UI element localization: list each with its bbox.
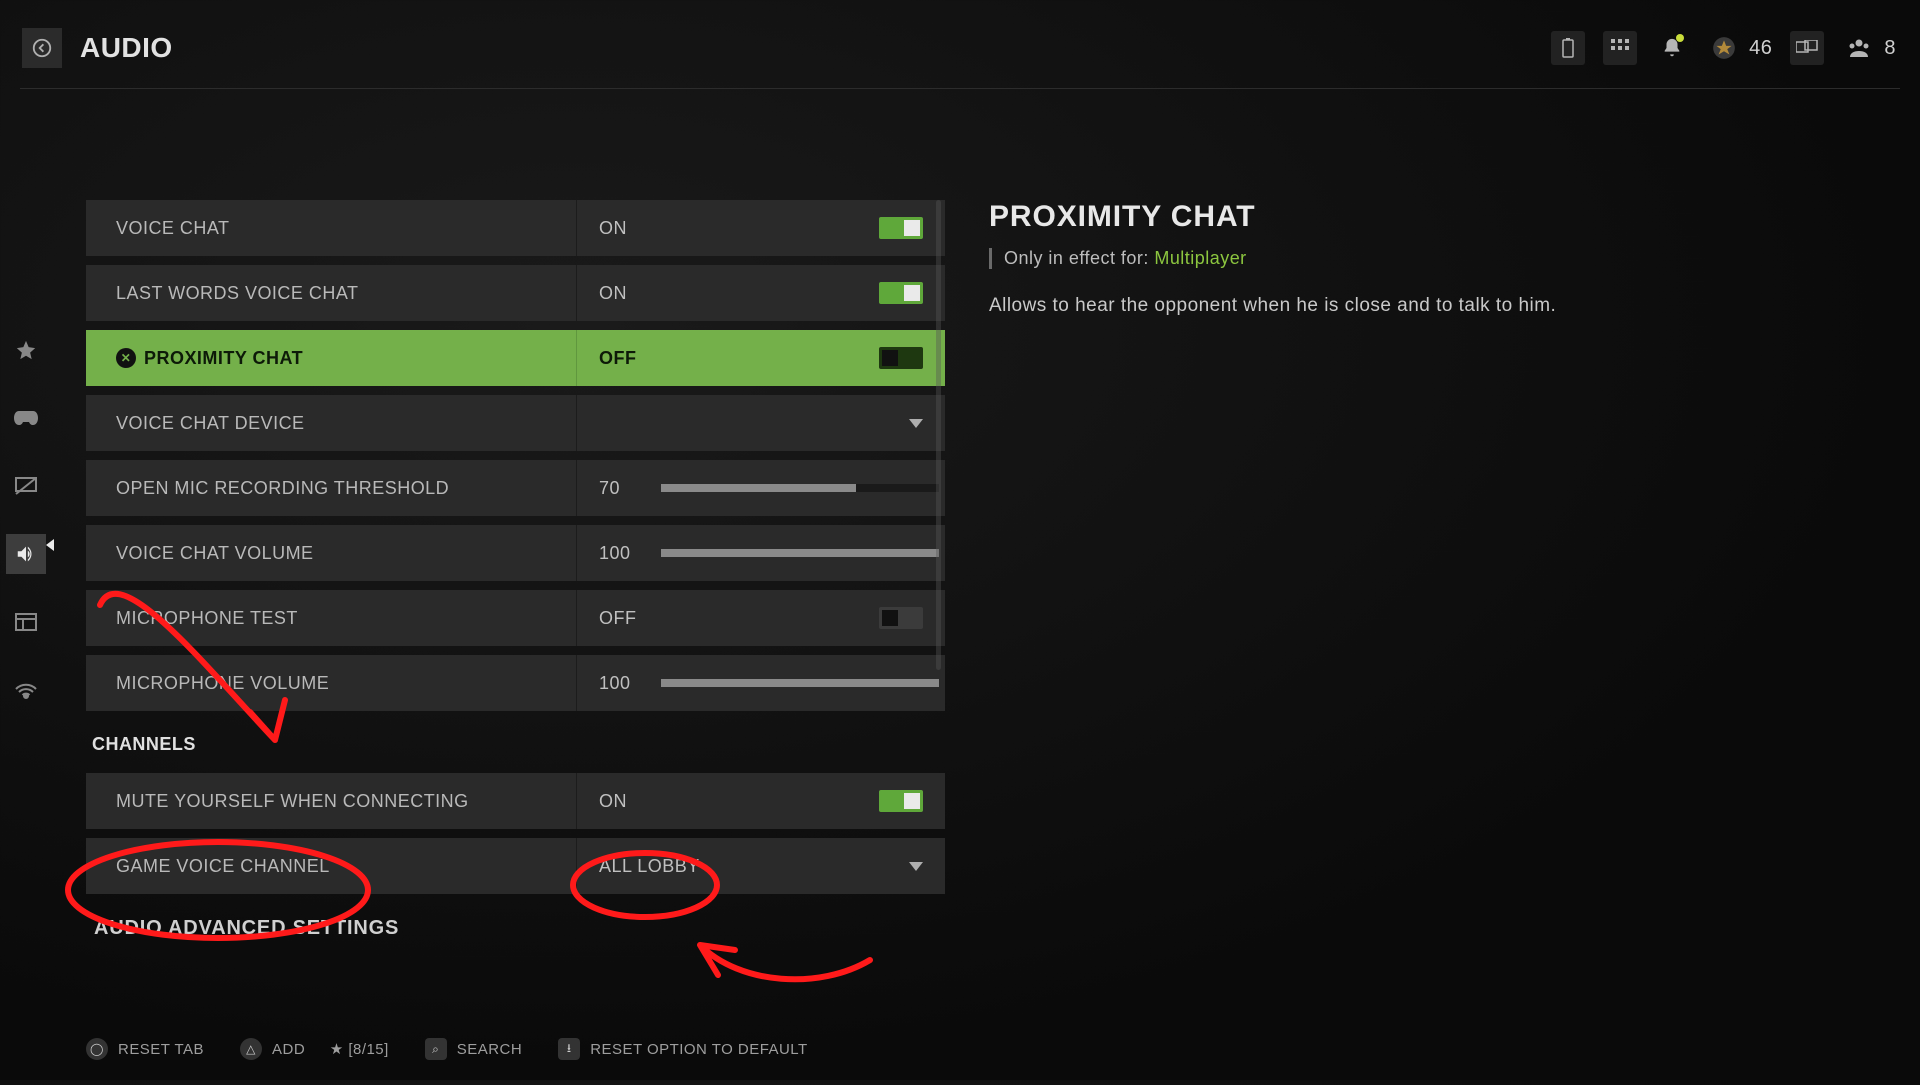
setting-label: MUTE YOURSELF WHEN CONNECTING — [86, 791, 576, 812]
chevron-down-icon — [909, 862, 923, 871]
party-icon[interactable] — [1842, 31, 1876, 65]
setting-label: VOICE CHAT — [86, 218, 576, 239]
setting-row-open-mic-recording-threshold[interactable]: OPEN MIC RECORDING THRESHOLD70 — [86, 460, 945, 516]
setting-row-proximity-chat[interactable]: ✕PROXIMITY CHATOFF — [86, 330, 945, 386]
setting-label: VOICE CHAT VOLUME — [86, 543, 576, 564]
setting-label: LAST WORDS VOICE CHAT — [86, 283, 576, 304]
battery-icon[interactable] — [1551, 31, 1585, 65]
screens-icon[interactable] — [1790, 31, 1824, 65]
rank-icon[interactable] — [1707, 31, 1741, 65]
toggle-switch[interactable] — [879, 607, 923, 629]
setting-row-microphone-volume[interactable]: MICROPHONE VOLUME100 — [86, 655, 945, 711]
setting-row-microphone-test[interactable]: MICROPHONE TESTOFF — [86, 590, 945, 646]
setting-value: ON — [577, 217, 945, 239]
setting-value: 100 — [577, 673, 945, 694]
detail-description: Allows to hear the opponent when he is c… — [989, 291, 1870, 320]
detail-title: PROXIMITY CHAT — [989, 200, 1870, 234]
apps-icon[interactable] — [1603, 31, 1637, 65]
footer-add[interactable]: △ADD ★ [8/15] — [240, 1038, 389, 1060]
setting-label: ✕PROXIMITY CHAT — [86, 348, 576, 369]
footer-reset-default[interactable]: ⭳RESET OPTION TO DEFAULT — [558, 1038, 807, 1060]
setting-value: OFF — [577, 347, 945, 369]
slider[interactable] — [661, 549, 939, 557]
sidebar-tab-display[interactable] — [6, 466, 46, 506]
setting-row-voice-chat[interactable]: VOICE CHATON — [86, 200, 945, 256]
sidebar-tab-interface[interactable] — [6, 602, 46, 642]
slider[interactable] — [661, 679, 939, 687]
chevron-down-icon — [909, 419, 923, 428]
slider[interactable] — [661, 484, 939, 492]
toggle-switch[interactable] — [879, 217, 923, 239]
setting-row-voice-chat-volume[interactable]: VOICE CHAT VOLUME100 — [86, 525, 945, 581]
toggle-switch[interactable] — [879, 282, 923, 304]
section-header-channels: CHANNELS — [86, 720, 945, 773]
scrollbar[interactable] — [936, 200, 941, 670]
footer-hints: ◯RESET TAB △ADD ★ [8/15] ⌕SEARCH ⭳RESET … — [86, 1038, 1880, 1060]
setting-label: OPEN MIC RECORDING THRESHOLD — [86, 478, 576, 499]
rank-points: 46 — [1749, 37, 1772, 60]
footer-search[interactable]: ⌕SEARCH — [425, 1038, 522, 1060]
setting-value: ON — [577, 790, 945, 812]
setting-value: ALL LOBBY — [577, 856, 945, 877]
setting-value: OFF — [577, 607, 945, 629]
party-count: 8 — [1884, 37, 1896, 60]
settings-list: VOICE CHATONLAST WORDS VOICE CHATON✕PROX… — [52, 100, 945, 1010]
setting-row-game-voice-channel[interactable]: GAME VOICE CHANNELALL LOBBY — [86, 838, 945, 894]
settings-sidebar — [0, 100, 52, 1010]
setting-label: GAME VOICE CHANNEL — [86, 856, 576, 877]
setting-value: 100 — [577, 543, 945, 564]
toggle-switch[interactable] — [879, 790, 923, 812]
audio-advanced-settings[interactable]: AUDIO ADVANCED SETTINGS — [86, 903, 945, 953]
footer-reset-tab[interactable]: ◯RESET TAB — [86, 1038, 204, 1060]
back-button[interactable] — [22, 28, 62, 68]
notifications-icon[interactable] — [1655, 31, 1689, 65]
back-chevron-icon — [31, 37, 53, 59]
detail-panel: PROXIMITY CHAT Only in effect for: Multi… — [945, 100, 1920, 1010]
header-divider — [20, 88, 1900, 89]
header-status-icons: 46 8 — [1551, 31, 1896, 65]
x-icon: ✕ — [116, 348, 136, 368]
setting-row-last-words-voice-chat[interactable]: LAST WORDS VOICE CHATON — [86, 265, 945, 321]
setting-row-voice-chat-device[interactable]: VOICE CHAT DEVICE — [86, 395, 945, 451]
sidebar-tab-audio[interactable] — [6, 534, 46, 574]
setting-label: MICROPHONE TEST — [86, 608, 576, 629]
header-bar: AUDIO 46 8 — [0, 0, 1920, 88]
setting-value — [577, 419, 945, 428]
setting-value: ON — [577, 282, 945, 304]
page-title: AUDIO — [80, 32, 173, 64]
setting-label: MICROPHONE VOLUME — [86, 673, 576, 694]
sidebar-tab-controller[interactable] — [6, 398, 46, 438]
detail-effect-note: Only in effect for: Multiplayer — [989, 248, 1870, 269]
toggle-switch[interactable] — [879, 347, 923, 369]
setting-row-mute-yourself-when-connecting[interactable]: MUTE YOURSELF WHEN CONNECTINGON — [86, 773, 945, 829]
sidebar-tab-network[interactable] — [6, 670, 46, 710]
sidebar-tab-favorites[interactable] — [6, 330, 46, 370]
setting-label: VOICE CHAT DEVICE — [86, 413, 576, 434]
setting-value: 70 — [577, 478, 945, 499]
